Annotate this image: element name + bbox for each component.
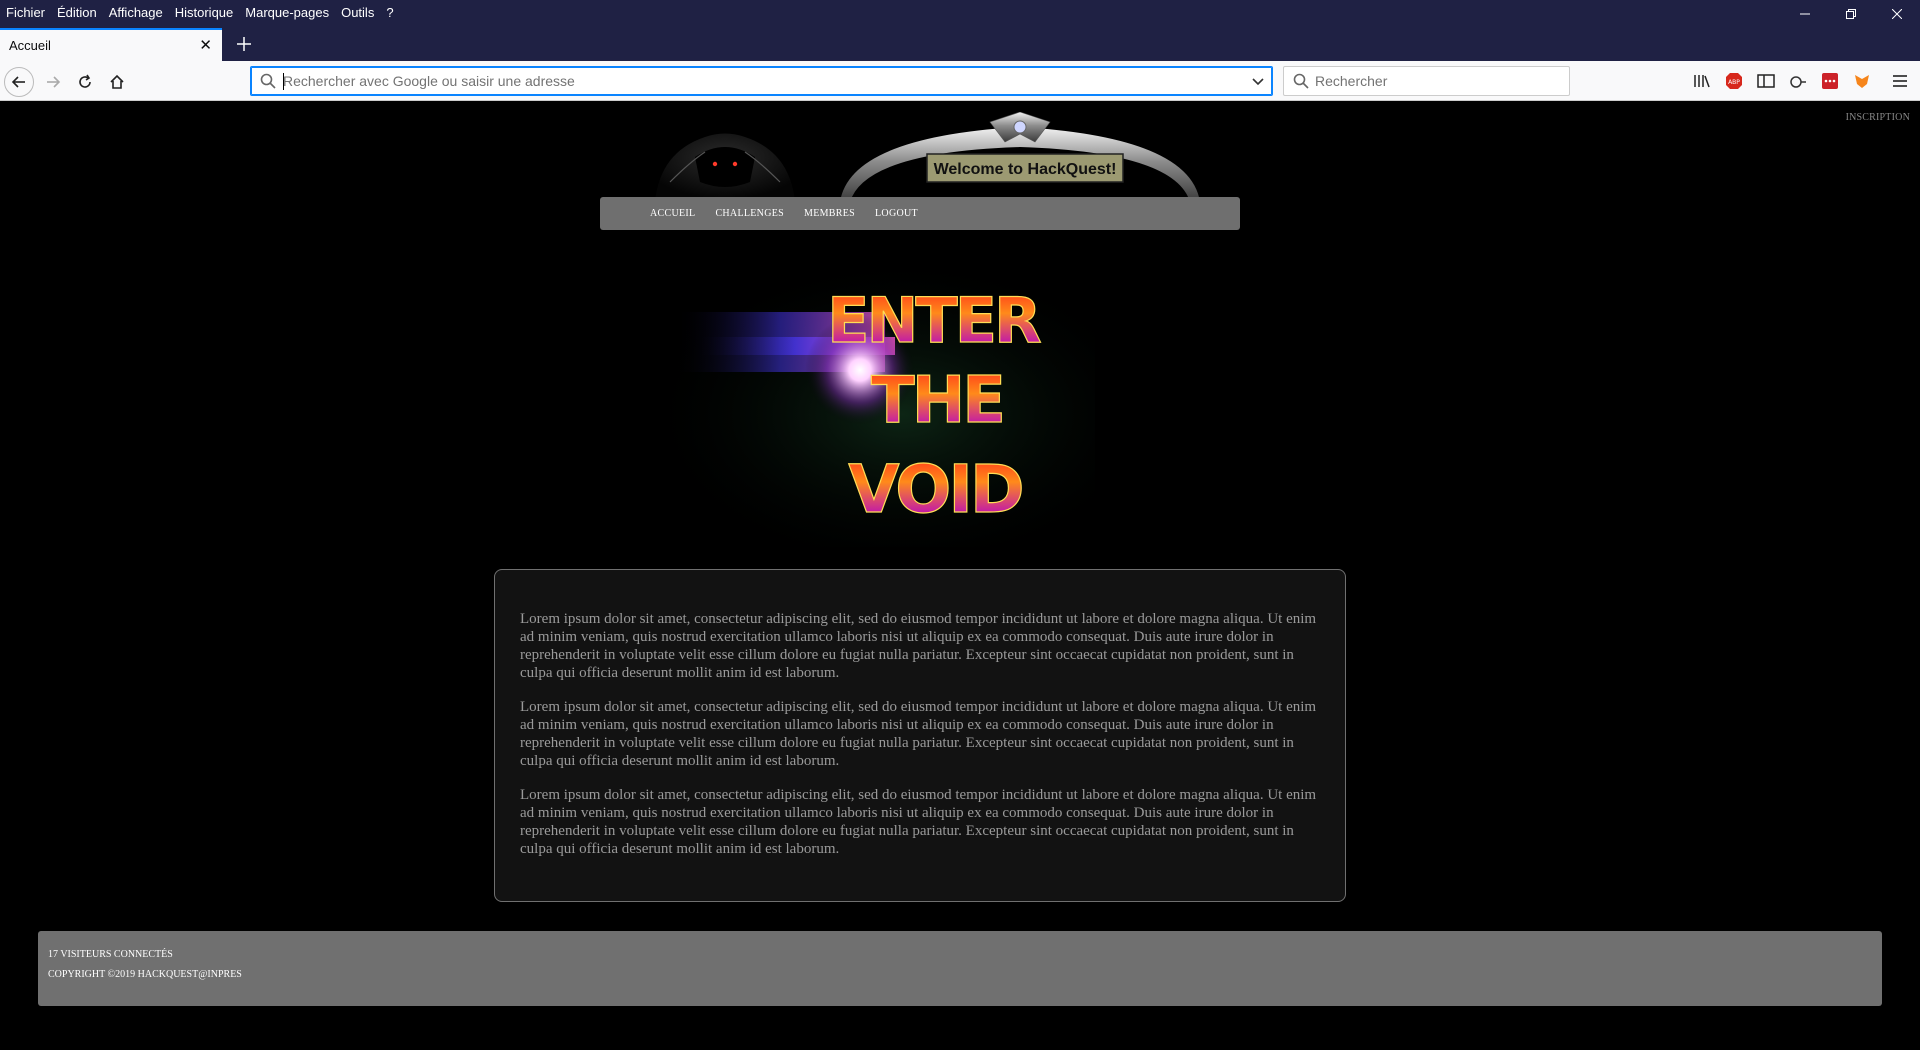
extension-icon[interactable] [1788,71,1808,91]
metamask-icon[interactable] [1852,71,1872,91]
main-navigation: ACCUEIL CHALLENGES MEMBRES LOGOUT [600,197,1240,230]
url-bar[interactable]: Rechercher avec Google ou saisir une adr… [250,66,1273,96]
menu-bar: Fichier Édition Affichage Historique Mar… [0,0,1920,24]
tab-accueil[interactable]: Accueil ✕ [0,28,222,61]
forward-button[interactable] [38,67,68,97]
site-footer: 17 VISITEURS CONNECTÉS COPYRIGHT ©2019 H… [38,931,1882,1006]
svg-text:ABP: ABP [1728,79,1740,86]
content-paragraph: Lorem ipsum dolor sit amet, consectetur … [520,787,1317,857]
close-icon [1892,9,1902,19]
hero-word-void: VOID [848,451,1022,528]
welcome-text: Welcome to HackQuest! [934,161,1117,178]
plus-icon [237,37,251,51]
home-button[interactable] [102,67,132,97]
restore-icon [1846,9,1856,19]
nav-challenges[interactable]: CHALLENGES [715,208,784,219]
page-content: INSCRIPTION Welcome to HackQuest! ACCUEI… [0,102,1920,1050]
menu-fichier[interactable]: Fichier [6,5,45,20]
adblock-icon[interactable]: ABP [1724,71,1744,91]
minimize-icon [1800,13,1810,15]
hooded-hacker-image [655,133,795,202]
menu-historique[interactable]: Historique [175,5,234,20]
forward-icon [47,76,61,88]
copyright-text: COPYRIGHT ©2019 HACKQUEST@INPRES [48,969,242,980]
search-input[interactable]: Rechercher [1283,66,1570,96]
sidebar-icon[interactable] [1756,71,1776,91]
content-panel: Lorem ipsum dolor sit amet, consectetur … [494,569,1346,902]
new-tab-button[interactable] [230,30,258,58]
url-placeholder: Rechercher avec Google ou saisir une adr… [283,73,575,89]
visitors-count: 17 VISITEURS CONNECTÉS [48,949,173,960]
content-paragraph: Lorem ipsum dolor sit amet, consectetur … [520,699,1317,769]
navigation-toolbar: Rechercher avec Google ou saisir une adr… [0,61,1920,101]
hero-word-the: THE [871,364,1003,438]
enter-the-void-image: ENTER THE VOID [615,252,1095,547]
chevron-down-icon[interactable] [1250,73,1266,89]
menu-outils[interactable]: Outils [341,5,374,20]
inscription-link[interactable]: INSCRIPTION [1846,112,1910,123]
menu-icon[interactable] [1890,71,1910,91]
reload-button[interactable] [70,67,100,97]
tab-close-icon[interactable]: ✕ [199,36,212,54]
back-icon [11,76,25,88]
tab-title: Accueil [9,38,51,53]
reload-icon [79,74,91,88]
menu-affichage[interactable]: Affichage [109,5,163,20]
nav-accueil[interactable]: ACCUEIL [650,208,695,219]
text-caret [283,73,284,90]
search-icon [260,73,276,89]
home-icon [110,74,124,89]
content-paragraph: Lorem ipsum dolor sit amet, consectetur … [520,611,1317,681]
tab-bar: Accueil ✕ [0,24,1920,61]
back-button[interactable] [4,67,34,97]
site-banner: Welcome to HackQuest! [655,112,1200,202]
menu-marque-pages[interactable]: Marque-pages [245,5,329,20]
menu-edition[interactable]: Édition [57,5,97,20]
hero-word-enter: ENTER [827,284,1041,357]
search-icon [1293,73,1309,89]
menu-aide[interactable]: ? [386,5,393,20]
nav-logout[interactable]: LOGOUT [875,208,918,219]
library-icon[interactable] [1692,71,1712,91]
nav-membres[interactable]: MEMBRES [804,208,855,219]
search-placeholder: Rechercher [1315,73,1388,89]
lastpass-icon[interactable] [1820,71,1840,91]
